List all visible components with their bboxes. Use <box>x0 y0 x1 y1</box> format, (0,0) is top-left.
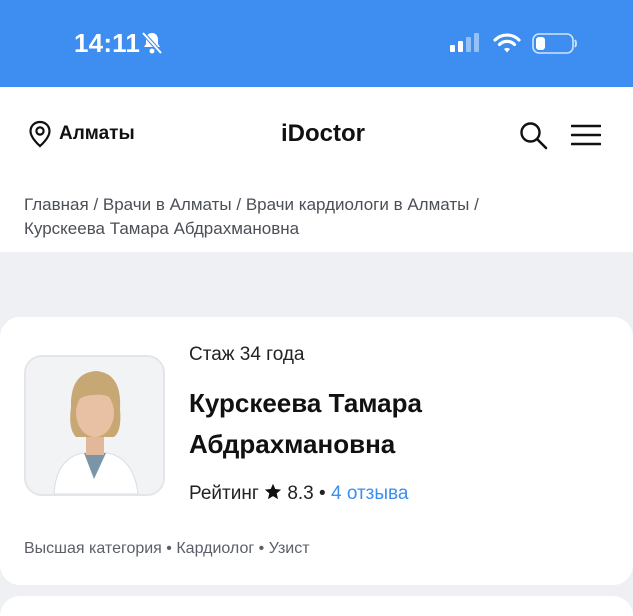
bell-slash-icon <box>141 31 163 55</box>
wifi-icon <box>493 33 521 53</box>
city-label: Алматы <box>59 123 135 144</box>
search-icon[interactable] <box>518 120 548 150</box>
doctor-name: Курскеева Тамара Абдрахмановна <box>189 388 422 459</box>
tag-service: Узист <box>268 540 310 557</box>
city-selector[interactable]: Алматы <box>28 120 135 148</box>
breadcrumb-separator: / <box>469 195 479 214</box>
reviews-link[interactable]: 4 отзыва <box>331 483 409 504</box>
rating-bullet: • <box>319 483 326 504</box>
tag-bullet: • <box>166 540 172 557</box>
breadcrumb-doctors-city[interactable]: Врачи в Алматы <box>103 195 232 214</box>
breadcrumb-home[interactable]: Главная <box>24 195 89 214</box>
rating-value: 8.3 <box>287 483 314 504</box>
tag-specialty: Кардиолог <box>176 540 255 557</box>
signal-icon <box>450 33 479 52</box>
menu-icon[interactable] <box>571 123 601 147</box>
star-icon <box>264 483 282 500</box>
site-header: Алматы iDoctor Главная / Врачи в Алматы … <box>0 87 633 252</box>
status-time: 14:11 <box>74 28 141 58</box>
next-card-edge <box>0 596 633 616</box>
doctor-photo[interactable] <box>24 355 165 496</box>
breadcrumb-separator: / <box>231 195 246 214</box>
experience-label: Стаж 34 года <box>189 344 305 365</box>
brand-logo[interactable]: iDoctor <box>281 120 365 148</box>
breadcrumb-separator: / <box>88 195 103 214</box>
location-pin-icon <box>29 120 51 148</box>
status-bar: 14:11 <box>0 0 633 87</box>
breadcrumb-current: Курскеева Тамара Абдрахмановна <box>24 219 300 238</box>
doctor-tags: Высшая категория • Кардиолог • Узист <box>24 540 310 558</box>
breadcrumb-cardiologists[interactable]: Врачи кардиологи в Алматы <box>246 195 470 214</box>
rating-label: Рейтинг <box>189 483 259 504</box>
rating-line: Рейтинг 8.3 • 4 отзыва <box>189 483 408 505</box>
breadcrumb: Главная / Врачи в Алматы / Врачи кардиол… <box>24 193 604 241</box>
tag-bullet: • <box>258 540 265 557</box>
battery-icon <box>532 33 577 54</box>
doctor-card: Стаж 34 года Курскеева Тамара Абдрахмано… <box>0 317 633 585</box>
tag-category: Высшая категория <box>24 540 162 557</box>
doctor-portrait-image <box>26 357 163 494</box>
